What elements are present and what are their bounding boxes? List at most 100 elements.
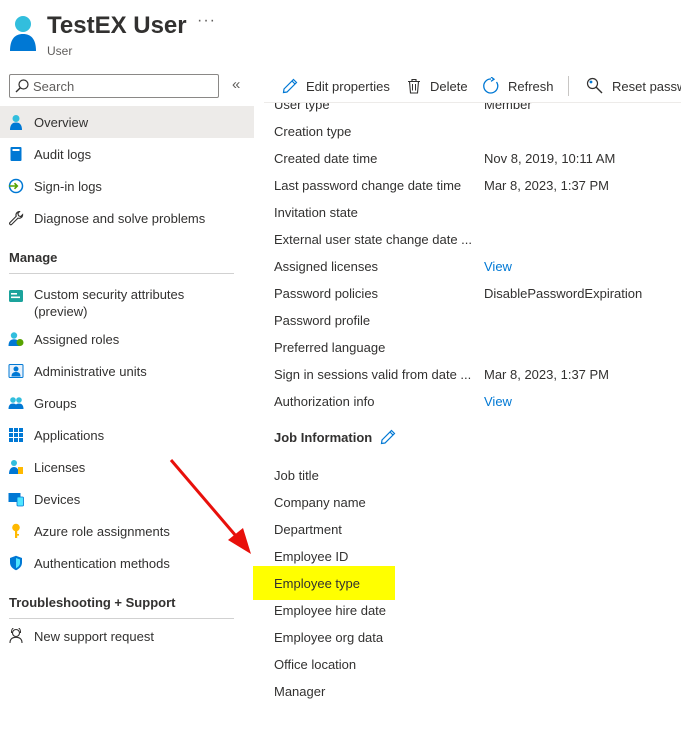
section-divider [9, 273, 234, 274]
property-row-invitation-state: Invitation state [274, 205, 681, 225]
more-options-button[interactable]: ··· [197, 12, 216, 30]
refresh-icon [483, 77, 499, 94]
job-field-row: Job title [274, 468, 681, 488]
authorization-info-view-link[interactable]: View [484, 394, 512, 409]
edit-pencil-icon[interactable] [380, 429, 396, 445]
sidebar-item-devices[interactable]: Devices [0, 483, 254, 515]
sidebar-item-authentication-methods[interactable]: Authentication methods [0, 547, 254, 579]
job-field-label: Employee hire date [274, 603, 387, 618]
sidebar-item-label: Audit logs [34, 146, 92, 162]
search-icon [15, 79, 29, 93]
property-label: Creation type [274, 124, 352, 139]
security-attributes-icon [9, 290, 23, 302]
section-header-troubleshooting: Troubleshooting + Support [9, 595, 176, 610]
property-label: Preferred language [274, 340, 386, 355]
job-field-row: Employee ID [274, 549, 681, 569]
job-field-label: Employee ID [274, 549, 349, 564]
support-icon [9, 628, 23, 644]
search-box[interactable] [9, 74, 219, 98]
job-field-row: Employee hire date [274, 603, 681, 623]
job-field-label: Company name [274, 495, 366, 510]
property-value: Member [484, 103, 532, 112]
sidebar-item-audit-logs[interactable]: Audit logs [0, 138, 254, 170]
property-row-external-user-state: External user state change date ... [274, 232, 681, 252]
sidebar-item-label: Licenses [34, 459, 86, 475]
sidebar-item-assigned-roles[interactable]: Assigned roles [0, 323, 254, 355]
property-row-authorization-info: Authorization info View [274, 394, 681, 414]
job-field-row: Employee org data [274, 630, 681, 650]
refresh-button[interactable]: Refresh [482, 76, 554, 96]
property-row-creation-type: Creation type [274, 124, 681, 144]
property-label: Authorization info [274, 394, 375, 409]
delete-button[interactable]: Delete [406, 76, 468, 96]
sign-in-icon [8, 178, 24, 194]
key-icon [12, 523, 20, 538]
sidebar-item-administrative-units[interactable]: Administrative units [0, 355, 254, 387]
property-label: Password profile [274, 313, 371, 328]
shield-icon [10, 555, 22, 571]
sidebar-item-applications[interactable]: Applications [0, 419, 254, 451]
toolbar-separator [568, 76, 569, 96]
sidebar-item-label: Overview [34, 114, 89, 130]
property-row-sign-in-sessions: Sign in sessions valid from date ... Mar… [274, 367, 681, 387]
command-bar: Edit properties Delete Refresh Reset pas… [264, 70, 681, 104]
sidebar-item-label: Custom security attributes (preview) [34, 287, 185, 319]
page-header: TestEX User ··· User [0, 0, 681, 70]
key-search-icon [586, 77, 603, 94]
job-field-label: Department [274, 522, 342, 537]
edit-properties-button[interactable]: Edit properties [282, 76, 390, 96]
sidebar-item-overview[interactable]: Overview [0, 106, 254, 138]
property-label: Invitation state [274, 205, 358, 220]
job-field-row: Department [274, 522, 681, 542]
property-row-last-password-change: Last password change date time Mar 8, 20… [274, 178, 681, 198]
property-row-created-date-time: Created date time Nov 8, 2019, 10:11 AM [274, 151, 681, 171]
sidebar-item-label: Administrative units [34, 363, 147, 379]
sidebar-item-custom-security-attributes[interactable]: Custom security attributes (preview) [0, 282, 254, 322]
sidebar: « Overview Audit logs Sign-in logs Diagn… [0, 70, 254, 733]
sidebar-item-label: Authentication methods [34, 555, 170, 571]
reset-password-button[interactable]: Reset passw [586, 76, 681, 96]
trash-icon [408, 78, 420, 94]
job-field-row-employee-type: Employee type [274, 576, 681, 596]
job-field-label: Office location [274, 657, 357, 672]
user-icon [10, 115, 22, 130]
edit-properties-label: Edit properties [306, 78, 390, 94]
sidebar-item-label: Applications [34, 427, 105, 443]
job-field-row: Manager [274, 684, 681, 704]
sidebar-item-label: Azure role assignments [34, 523, 170, 539]
sidebar-item-diagnose[interactable]: Diagnose and solve problems [0, 202, 254, 234]
property-value: DisablePasswordExpiration [484, 286, 643, 301]
sidebar-item-label: Diagnose and solve problems [34, 210, 206, 226]
sidebar-item-label: Sign-in logs [34, 178, 102, 194]
user-avatar-icon [10, 16, 36, 51]
sidebar-item-sign-in-logs[interactable]: Sign-in logs [0, 170, 254, 202]
property-label: Last password change date time [274, 178, 462, 193]
property-label: Assigned licenses [274, 259, 379, 274]
pencil-icon [282, 78, 298, 94]
license-icon [9, 460, 23, 474]
property-value: Mar 8, 2023, 1:37 PM [484, 178, 610, 193]
property-row-assigned-licenses: Assigned licenses View [274, 259, 681, 279]
property-label: Sign in sessions valid from date ... [274, 367, 472, 382]
collapse-sidebar-button[interactable]: « [232, 76, 240, 93]
sidebar-item-licenses[interactable]: Licenses [0, 451, 254, 483]
sidebar-item-new-support-request[interactable]: New support request [0, 620, 254, 652]
assigned-licenses-view-link[interactable]: View [484, 259, 512, 274]
sidebar-item-label: Devices [34, 491, 81, 507]
search-input[interactable] [33, 77, 213, 95]
job-field-row: Office location [274, 657, 681, 677]
property-value: Nov 8, 2019, 10:11 AM [484, 151, 616, 166]
properties-panel: User type Member Creation type Created d… [264, 103, 681, 733]
sidebar-item-groups[interactable]: Groups [0, 387, 254, 419]
job-information-title: Job Information [274, 429, 373, 445]
groups-icon [8, 397, 24, 409]
sidebar-item-label: New support request [34, 628, 154, 644]
roles-icon [8, 332, 24, 346]
sidebar-item-azure-role-assignments[interactable]: Azure role assignments [0, 515, 254, 547]
property-label: User type [274, 103, 330, 112]
delete-label: Delete [430, 78, 468, 94]
job-field-label: Job title [274, 468, 319, 483]
wrench-icon [9, 210, 24, 226]
property-row-user-type: User type Member [274, 103, 681, 117]
property-label: External user state change date ... [274, 232, 473, 247]
